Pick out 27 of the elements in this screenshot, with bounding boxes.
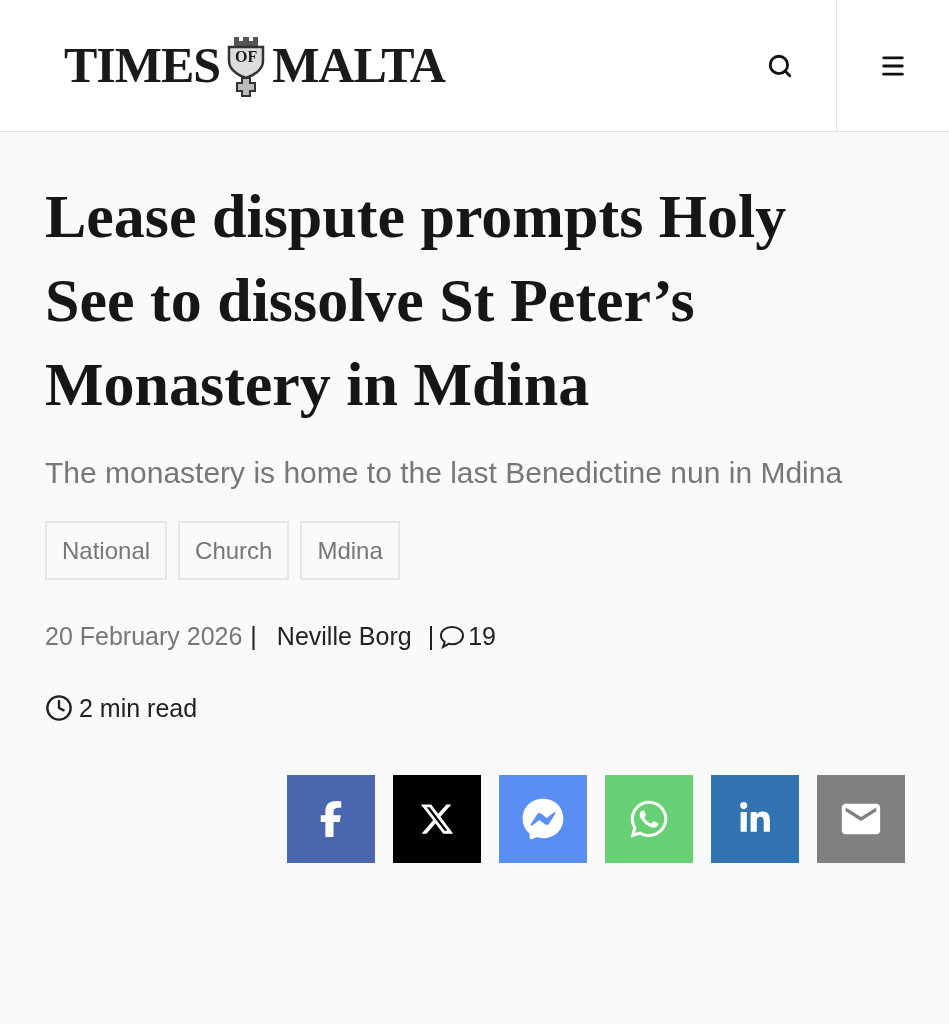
- x-logo-icon: [419, 801, 455, 837]
- phone-bubble-icon: [628, 798, 670, 840]
- email-share-button[interactable]: [817, 775, 905, 863]
- x-share-button[interactable]: [393, 775, 481, 863]
- search-icon: [767, 52, 793, 79]
- tag-link[interactable]: Mdina: [300, 521, 400, 580]
- meta-separator: |: [250, 621, 257, 652]
- site-logo[interactable]: TIMES OF MALTA: [64, 28, 445, 103]
- logo-word: MALTA: [272, 36, 445, 95]
- crest-icon: [226, 34, 267, 97]
- article-standfirst: The monastery is home to the last Benedictine nun in Mdina: [45, 455, 844, 491]
- meta-separator: |: [427, 621, 435, 652]
- article-headline: Lease dispute prompts Holy See to dissolve St Peter’s Monastery in Mdina: [45, 181, 788, 420]
- clock-icon: [45, 694, 73, 723]
- speech-bubble-icon: [438, 623, 467, 650]
- tag-link[interactable]: Church: [178, 521, 290, 580]
- read-time: 2 min read: [79, 692, 198, 724]
- facebook-share-button[interactable]: [287, 775, 375, 863]
- author-link[interactable]: Neville Borg: [276, 618, 412, 656]
- tag-link[interactable]: National: [45, 521, 168, 580]
- linkedin-share-button[interactable]: [711, 775, 799, 863]
- logo-crest-text: OF: [235, 48, 258, 65]
- publish-date: 20 February 2026: [45, 621, 243, 652]
- chat-bubble-icon: [522, 798, 564, 840]
- comments-link[interactable]: 19: [438, 618, 496, 656]
- logo-word: TIMES: [64, 36, 221, 95]
- messenger-share-button[interactable]: [499, 775, 587, 863]
